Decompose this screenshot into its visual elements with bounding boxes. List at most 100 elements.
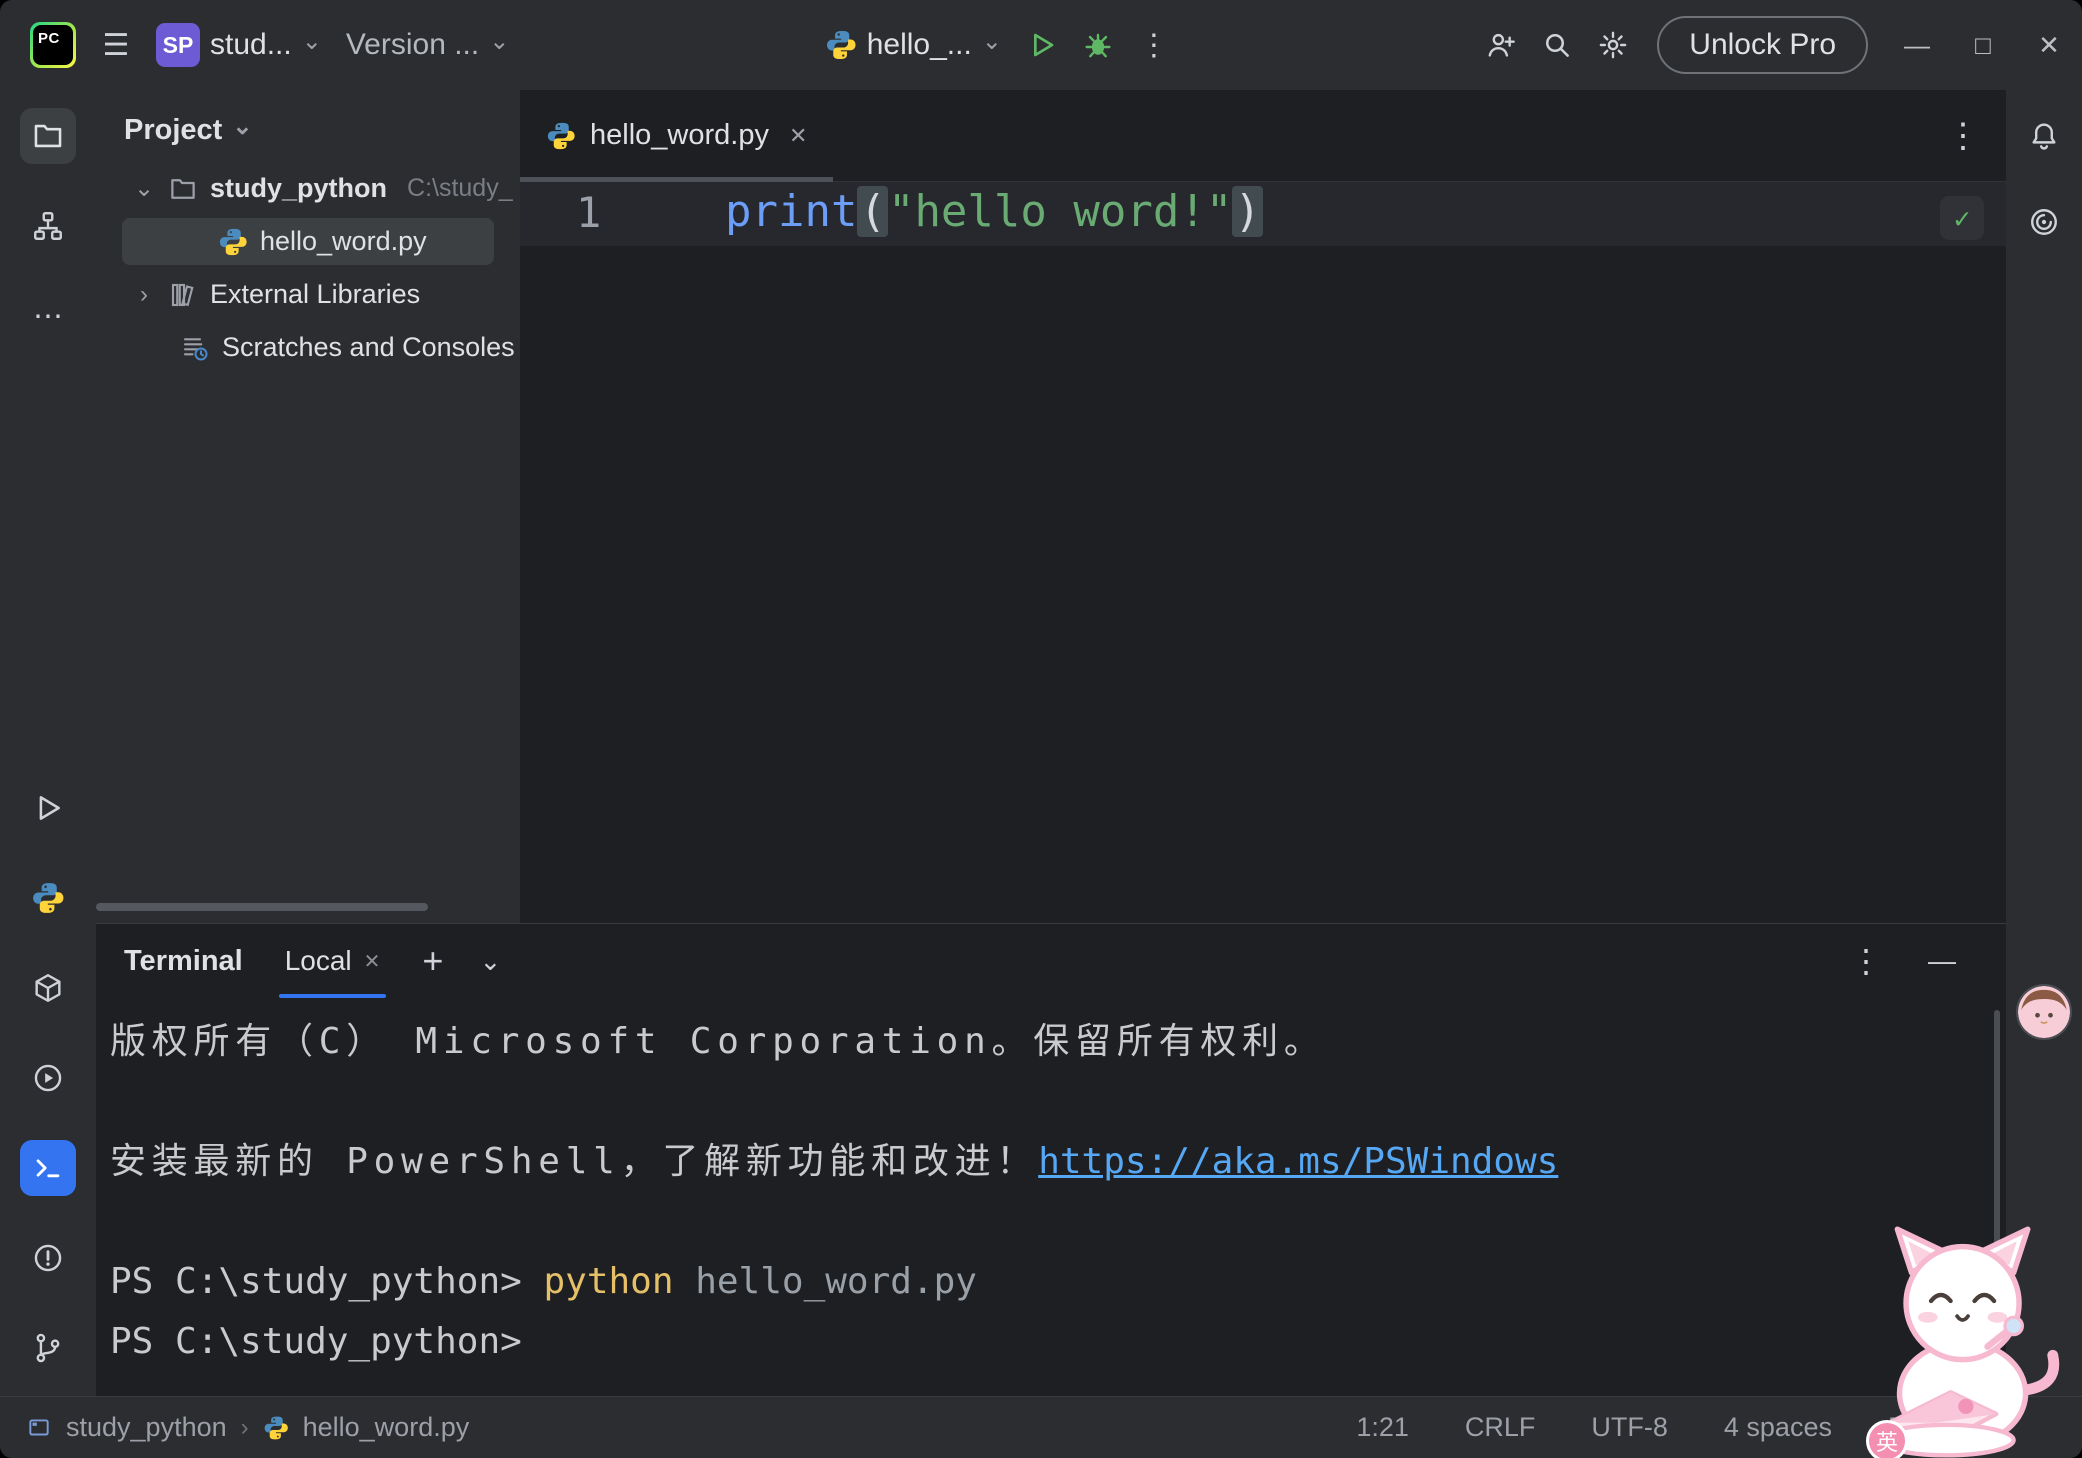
breadcrumb-separator: › [240,1413,249,1441]
project-panel: Project ⌄ ⌄ study_python C:\study_ hello… [96,90,520,923]
terminal-tab-close-icon[interactable]: ✕ [364,949,381,974]
tree-row-root[interactable]: ⌄ study_python C:\study_ [96,162,520,215]
tree-file-name: hello_word.py [260,226,427,256]
chevron-down-icon: ⌄ [232,113,253,140]
terminal-line-command: PS C:\study_python> python hello_word.py [110,1252,2006,1312]
terminal-tab-local[interactable]: Local ✕ [278,924,387,998]
code-editor[interactable]: 1 print("hello word!") ✓ [520,182,2006,923]
checkmark-glyph: ✓ [1953,201,1971,235]
new-terminal-icon[interactable]: + [422,940,443,982]
terminal-line-update: 安装最新的 PowerShell，了解新功能和改进！https://aka.ms… [110,1132,2006,1192]
line-number: 1 [576,188,602,237]
code-string: "hello word!" [887,186,1233,237]
app-logo: PC [30,22,76,68]
terminal-more-icon[interactable]: ⋮ [1850,942,1882,980]
folder-icon [171,178,195,199]
editor-tab-hello-word[interactable]: hello_word.py ✕ [520,90,834,182]
editor-more-icon[interactable]: ⋮ [1946,116,1980,156]
encoding-widget[interactable]: UTF-8 [1591,1412,1668,1443]
services-tool-button[interactable] [20,1050,76,1106]
python-packages-button[interactable] [20,960,76,1016]
terminal-command-arg: hello_word.py [673,1261,977,1302]
terminal-scrollbar[interactable] [1994,1010,2000,1380]
folder-icon [34,124,62,148]
minimize-button[interactable]: — [1884,0,1950,90]
code-keyword: print [725,186,858,237]
project-root-path: C:\study_ [407,174,513,202]
gear-icon [1599,31,1627,59]
tree-expanded-icon[interactable]: ⌄ [132,174,156,203]
terminal-title: Terminal [124,944,243,977]
close-button[interactable]: ✕ [2016,0,2082,90]
project-widget[interactable]: SP stud... ⌄ [156,23,322,67]
main-menu-button[interactable]: ☰ [88,17,144,73]
project-panel-header[interactable]: Project ⌄ [96,98,520,162]
run-tool-button[interactable] [20,780,76,836]
user-avatar[interactable] [2016,984,2072,1040]
project-panel-title: Project [124,113,223,146]
scratches-label: Scratches and Consoles [222,332,515,362]
tree-row-file-selected[interactable]: hello_word.py [96,215,520,268]
debug-button[interactable] [1070,17,1126,73]
notifications-button[interactable] [2016,108,2072,164]
interpreter-widget[interactable]: Pyth [1888,1412,1942,1443]
tree-collapsed-icon[interactable]: › [132,281,156,309]
project-tree: ⌄ study_python C:\study_ hello_word.py › [96,162,520,374]
ai-assistant-button[interactable] [2016,194,2072,250]
inspections-ok-icon[interactable]: ✓ [1940,196,1984,240]
python-icon [826,31,856,59]
more-horizontal-icon: ⋯ [33,299,63,333]
pycharm-logo-text: PC [33,25,73,65]
terminal-prompt: PS C:\study_python> [110,1261,544,1302]
terminal-minimize-icon[interactable]: — [1928,945,1956,977]
breadcrumb-file[interactable]: hello_word.py [303,1412,470,1443]
code-close-paren: ) [1232,186,1263,237]
terminal-dropdown-icon[interactable]: ⌄ [479,946,501,977]
project-tool-button[interactable] [20,108,76,164]
more-actions-button[interactable]: ⋮ [1126,17,1182,73]
indent-widget[interactable]: 4 spaces [1724,1412,1832,1443]
terminal-update-text: 安装最新的 PowerShell，了解新功能和改进！ [110,1141,1039,1182]
powershell-link[interactable]: https://aka.ms/PSWindows [1038,1141,1558,1182]
run-config-label: hello_... [866,28,972,61]
external-libraries-label: External Libraries [210,279,421,309]
run-configuration-widget[interactable]: hello_... ⌄ [825,28,1002,62]
terminal-line-prompt: PS C:\study_python> [110,1321,522,1362]
terminal-header: Terminal Local ✕ + ⌄ ⋮ — [96,924,2006,998]
terminal-tool-button[interactable] [20,1140,76,1196]
python-icon [547,122,575,149]
chevron-down-icon: ⌄ [489,28,510,55]
breadcrumb-root[interactable]: study_python [66,1412,227,1443]
settings-button[interactable] [1585,17,1641,73]
version-control-button[interactable] [20,1320,76,1376]
code-open-paren: ( [857,186,888,237]
run-button[interactable] [1014,17,1070,73]
chevron-down-icon: ⌄ [301,28,322,55]
caret-position-widget[interactable]: 1:21 [1356,1412,1409,1443]
vcs-widget[interactable]: Version ... ⌄ [346,28,510,62]
tab-close-icon[interactable]: ✕ [789,123,807,149]
tree-row-scratches[interactable]: Scratches and Consoles [96,321,520,374]
problems-tool-button[interactable] [20,1230,76,1286]
editor-tab-title: hello_word.py [590,119,769,151]
python-console-button[interactable] [20,870,76,926]
search-everywhere-button[interactable] [1529,17,1585,73]
terminal-panel: Terminal Local ✕ + ⌄ ⋮ — 版权所有（C） Microso… [96,923,2006,1396]
tree-row-external-libraries[interactable]: › External Libraries [96,268,520,321]
structure-tool-button[interactable] [20,198,76,254]
terminal-output[interactable]: 版权所有（C） Microsoft Corporation。保留所有权利。 安装… [96,998,2006,1396]
project-badge: SP [156,23,200,67]
line-ending-widget[interactable]: CRLF [1465,1412,1536,1443]
code-with-me-button[interactable] [1473,17,1529,73]
pycharm-logo-icon: PC [30,22,76,68]
python-icon [33,883,64,913]
unlock-pro-button[interactable]: Unlock Pro [1657,16,1868,74]
package-icon [35,974,61,1002]
terminal-tab-label: Local [284,945,352,976]
bell-icon [2032,123,2056,150]
more-tool-windows-button[interactable]: ⋯ [20,288,76,344]
maximize-button[interactable]: □ [1950,0,2016,90]
project-horizontal-scrollbar[interactable] [96,903,428,911]
